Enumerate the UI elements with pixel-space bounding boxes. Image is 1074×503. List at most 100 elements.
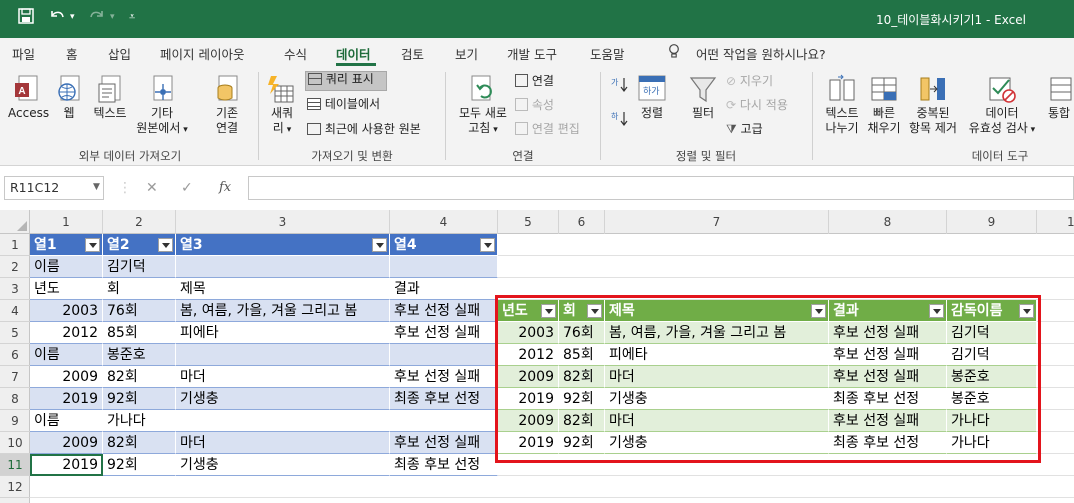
flash-fill-button[interactable]: 빠른 채우기 [864, 74, 904, 136]
sort-ascending-button[interactable]: 가 [606, 76, 632, 102]
table-cell[interactable] [176, 256, 390, 278]
name-box[interactable]: R11C12 ▼ [4, 176, 104, 200]
column-header[interactable]: 1 [30, 210, 103, 234]
redo-dropdown-icon[interactable]: ▾ [110, 12, 115, 22]
table-cell[interactable]: 최종 후보 선정 [390, 388, 498, 410]
tab-review[interactable]: 검토 [401, 44, 424, 63]
table-cell[interactable]: 2009 [30, 432, 103, 454]
table-cell[interactable] [176, 344, 390, 366]
row-header[interactable]: 3 [0, 278, 30, 300]
tab-page-layout[interactable]: 페이지 레이아웃 [160, 44, 244, 63]
filter-dropdown-icon[interactable] [480, 238, 495, 252]
table-cell[interactable]: 후보 선정 실패 [390, 432, 498, 454]
table-cell[interactable]: 가나다 [103, 410, 176, 432]
name-box-dropdown-icon[interactable]: ▼ [93, 182, 100, 192]
filter-dropdown-icon[interactable] [85, 238, 100, 252]
access-button[interactable]: A Access [8, 74, 49, 121]
table-cell[interactable]: 76회 [103, 300, 176, 322]
formula-input[interactable] [248, 176, 1074, 200]
edit-links-button[interactable]: 연결 편집 [515, 122, 595, 137]
table-cell[interactable]: 마더 [176, 432, 390, 454]
row-header[interactable]: 7 [0, 366, 30, 388]
tab-file[interactable]: 파일 [12, 44, 35, 63]
enter-icon[interactable]: ✓ [181, 180, 193, 196]
remove-duplicates-button[interactable]: 중복된 항목 제거 [904, 74, 962, 136]
row-header[interactable]: 9 [0, 410, 30, 432]
reapply-button[interactable]: ⟳ 다시 적용 [726, 98, 806, 113]
tab-developer[interactable]: 개발 도구 [507, 44, 557, 63]
table-cell[interactable]: 2019 [30, 388, 103, 410]
table-cell[interactable]: 이름 [30, 410, 103, 432]
table-cell[interactable]: 2012 [30, 322, 103, 344]
selected-cell[interactable] [30, 454, 103, 476]
table-cell[interactable]: 최종 후보 선정 [390, 454, 498, 476]
column-header[interactable]: 8 [829, 210, 947, 234]
connections-button[interactable]: 연결 [515, 74, 585, 89]
filter-button[interactable]: 필터 [686, 74, 720, 121]
web-button[interactable]: 웹 [54, 74, 84, 121]
table-cell[interactable]: 2009 [30, 366, 103, 388]
table-cell[interactable]: 92회 [103, 388, 176, 410]
table-cell[interactable]: 기생충 [176, 388, 390, 410]
column-header[interactable]: 6 [559, 210, 605, 234]
row-header[interactable]: 4 [0, 300, 30, 322]
cancel-icon[interactable]: ✕ [146, 180, 158, 196]
save-icon[interactable] [18, 8, 34, 28]
tab-insert[interactable]: 삽입 [108, 44, 131, 63]
table-cell[interactable]: 피에타 [176, 322, 390, 344]
row-header[interactable]: 2 [0, 256, 30, 278]
redo-icon[interactable] [88, 8, 106, 28]
table-cell[interactable]: 85회 [103, 322, 176, 344]
column-header[interactable]: 5 [498, 210, 559, 234]
column-header[interactable]: 4 [390, 210, 498, 234]
filter-dropdown-icon[interactable] [158, 238, 173, 252]
column-header[interactable]: 9 [947, 210, 1037, 234]
other-sources-button[interactable]: 기타 원본에서 ▾ [134, 74, 190, 138]
clear-filter-button[interactable]: ⊘ 지우기 [726, 74, 796, 89]
select-all-corner[interactable] [0, 210, 30, 234]
insert-function-icon[interactable]: fx [219, 180, 231, 195]
from-table-button[interactable]: 테이블에서 [307, 97, 407, 112]
row-header-selected[interactable]: 11 [0, 454, 30, 476]
row-header[interactable]: 10 [0, 432, 30, 454]
tab-formulas[interactable]: 수식 [284, 44, 307, 63]
undo-dropdown-icon[interactable]: ▾ [70, 12, 75, 22]
refresh-all-button[interactable]: 모두 새로 고침 ▾ [452, 74, 514, 138]
table-cell[interactable] [390, 410, 498, 432]
advanced-filter-button[interactable]: ⧩ 고급 [726, 122, 786, 137]
show-queries-button[interactable]: 쿼리 표시 [305, 71, 387, 91]
column-header[interactable]: 3 [176, 210, 390, 234]
table-cell[interactable]: 이름 [30, 256, 103, 278]
filter-dropdown-icon[interactable] [372, 238, 387, 252]
table-cell[interactable]: 후보 선정 실패 [390, 366, 498, 388]
consolidate-button[interactable]: 통합 [1044, 74, 1074, 121]
table-cell[interactable]: 82회 [103, 366, 176, 388]
table-cell[interactable] [176, 410, 390, 432]
tab-data[interactable]: 데이터 [336, 44, 371, 63]
tell-me-search[interactable]: 어떤 작업을 원하시나요? [696, 44, 826, 63]
table-cell[interactable]: 년도 [30, 278, 103, 300]
column-header[interactable]: 10 [1037, 210, 1074, 234]
table-cell[interactable]: 봉준호 [103, 344, 176, 366]
new-query-button[interactable]: 새쿼 리 ▾ [264, 74, 300, 138]
existing-connections-button[interactable]: 기존 연결 [206, 74, 248, 136]
row-header[interactable]: 1 [0, 234, 30, 256]
table-cell[interactable]: 제목 [176, 278, 390, 300]
table-cell[interactable]: 봄, 여름, 가을, 겨울 그리고 봄 [176, 300, 390, 322]
table-cell[interactable]: 2003 [30, 300, 103, 322]
table-cell[interactable]: 기생충 [176, 454, 390, 476]
table-cell[interactable]: 82회 [103, 432, 176, 454]
tab-view[interactable]: 보기 [455, 44, 478, 63]
recent-sources-button[interactable]: 최근에 사용한 원본 [307, 122, 437, 137]
row-header[interactable]: 5 [0, 322, 30, 344]
table-cell[interactable]: 92회 [103, 454, 176, 476]
sort-descending-button[interactable]: 하 [606, 110, 632, 136]
table-cell[interactable]: 이름 [30, 344, 103, 366]
tab-help[interactable]: 도움말 [590, 44, 625, 63]
sort-button[interactable]: 하가 정렬 [634, 74, 670, 121]
properties-button[interactable]: 속성 [515, 98, 585, 113]
tab-home[interactable]: 홈 [66, 44, 78, 63]
table-cell[interactable]: 결과 [390, 278, 498, 300]
text-to-columns-button[interactable]: 텍스트 나누기 [816, 74, 868, 136]
table-cell[interactable]: 후보 선정 실패 [390, 322, 498, 344]
